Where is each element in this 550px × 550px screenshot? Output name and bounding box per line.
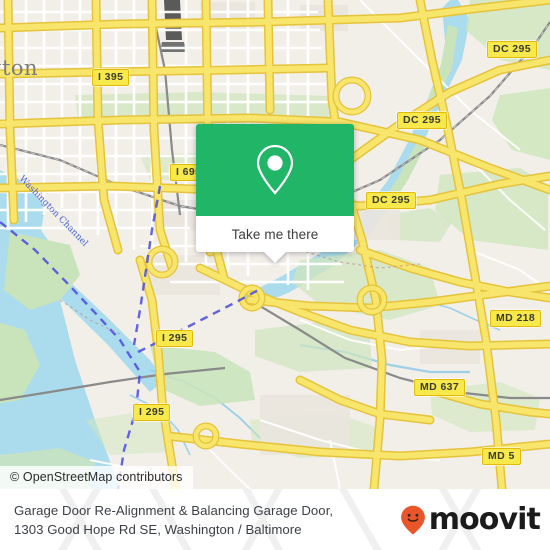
popup-tail-pointer [264,252,286,263]
road-shield-i-395: I 395 [92,69,130,86]
road-shield-md-218: MD 218 [490,310,542,327]
road-shield-i-295-south: I 295 [133,404,171,421]
road-shield-dc-295-mid: DC 295 [397,112,448,129]
road-shield-dc-295-south: DC 295 [366,192,417,209]
map-city-label: gton [0,56,39,80]
destination-popup-card[interactable]: Take me there [196,124,354,263]
moovit-wordmark: moovit [428,501,541,537]
footer-bar: Garage Door Re-Alignment & Balancing Gar… [0,489,550,550]
moovit-logo[interactable]: moovit [400,501,541,537]
road-shield-md-637: MD 637 [414,379,466,396]
road-shield-dc-295-north: DC 295 [487,41,538,58]
popup-action-bar[interactable]: Take me there [196,216,354,263]
map-canvas[interactable]: gton Washington Channel I 395 DC 295 DC … [0,0,550,489]
popup-header [196,124,354,216]
take-me-there-button[interactable]: Take me there [232,227,319,242]
road-shield-i-295-north: I 295 [156,330,194,347]
map-pin-icon [256,144,294,195]
location-caption: Garage Door Re-Alignment & Balancing Gar… [14,502,334,537]
screenshot-root: gton Washington Channel I 395 DC 295 DC … [0,0,550,550]
road-shield-md-5: MD 5 [482,448,521,465]
osm-attribution[interactable]: © OpenStreetMap contributors [0,466,193,489]
moovit-pin-icon [400,505,425,534]
